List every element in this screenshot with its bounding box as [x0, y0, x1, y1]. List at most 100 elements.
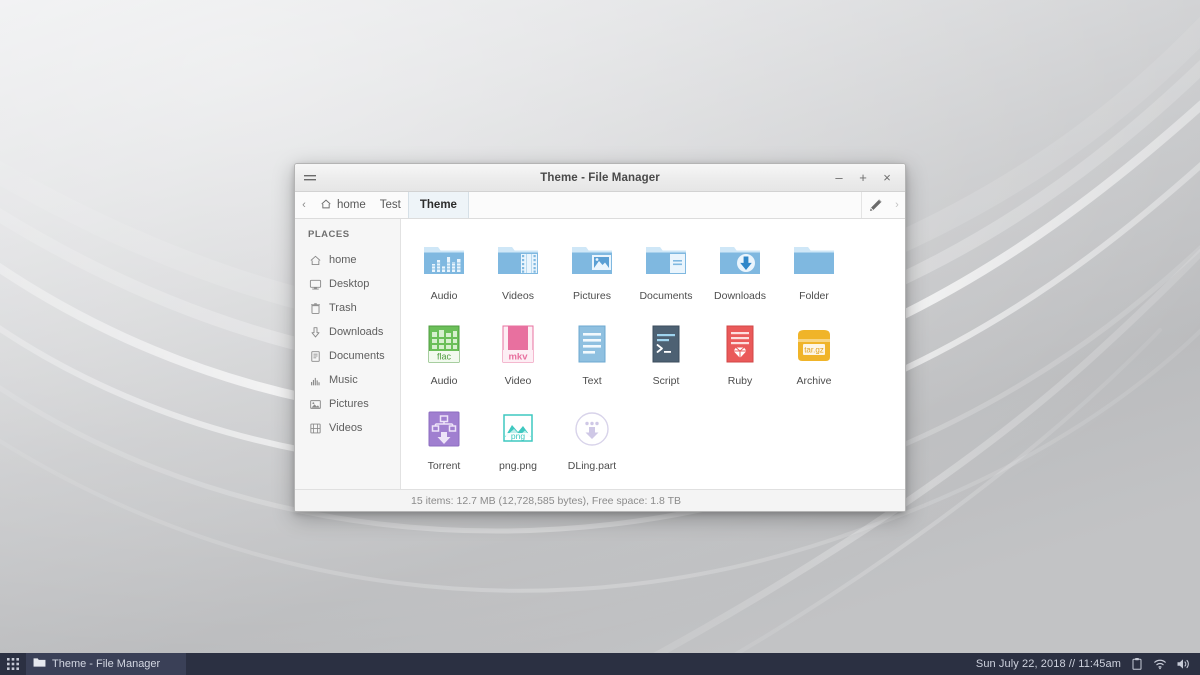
file-flac-icon: flac	[428, 325, 460, 363]
file-ruby-icon	[726, 325, 754, 363]
sidebar-item-label: Music	[329, 374, 358, 386]
file-torrent-icon	[428, 411, 460, 447]
system-tray[interactable]: Sun July 22, 2018 // 11:45am	[976, 657, 1200, 671]
file-item-documents-folder[interactable]: Documents	[629, 231, 703, 316]
breadcrumb-label: Test	[379, 199, 401, 211]
clock[interactable]: Sun July 22, 2018 // 11:45am	[976, 658, 1121, 670]
sidebar-item-documents[interactable]: Documents	[295, 344, 400, 368]
hamburger-icon[interactable]	[295, 164, 325, 192]
sidebar-item-label: Trash	[329, 302, 357, 314]
file-png-icon: png	[503, 414, 533, 442]
sidebar-item-label: Videos	[329, 422, 363, 434]
file-item-label: Video	[504, 375, 532, 387]
file-item-video-mkv[interactable]: mkv Video	[481, 316, 555, 401]
taskbar-window-label: Theme - File Manager	[52, 658, 161, 670]
file-item-text[interactable]: Text	[555, 316, 629, 401]
file-item-label: Ruby	[727, 375, 753, 387]
file-item-videos-folder[interactable]: Videos	[481, 231, 555, 316]
file-item-label: Audio	[430, 375, 458, 387]
file-item-archive[interactable]: tar.gz Archive	[777, 316, 851, 401]
download-arrow-icon	[309, 326, 322, 339]
file-item-audio-flac[interactable]: flac Audio	[407, 316, 481, 401]
sidebar-item-desktop[interactable]: Desktop	[295, 272, 400, 296]
breadcrumb-item-test[interactable]: Test	[373, 192, 408, 218]
folder-audio-icon	[424, 247, 464, 274]
breadcrumb[interactable]: ‹ home Test Theme ›	[295, 192, 905, 219]
app-grid-icon[interactable]	[0, 653, 26, 675]
file-manager-window[interactable]: Theme - File Manager – + × ‹ home Test T…	[294, 163, 906, 512]
sidebar[interactable]: PLACES home Desktop Trash Downloads Docu…	[295, 219, 401, 489]
file-item-label: Pictures	[573, 290, 611, 302]
video-icon	[309, 422, 322, 435]
file-item-label: png.png	[499, 460, 537, 472]
file-script-icon	[652, 325, 680, 363]
breadcrumb-label: Theme	[419, 199, 457, 211]
svg-text:tar.gz: tar.gz	[804, 346, 824, 355]
sidebar-item-label: Documents	[329, 350, 385, 362]
sidebar-item-label: Desktop	[329, 278, 370, 290]
file-item-torrent[interactable]: Torrent	[407, 401, 481, 486]
file-item-label: Videos	[502, 290, 534, 302]
monitor-icon	[309, 278, 322, 291]
file-item-ruby[interactable]: Ruby	[703, 316, 777, 401]
close-button[interactable]: ×	[875, 165, 899, 191]
maximize-button[interactable]: +	[851, 165, 875, 191]
breadcrumb-item-home[interactable]: home	[313, 192, 373, 218]
svg-text:png: png	[511, 431, 525, 441]
breadcrumb-list[interactable]: home Test Theme	[313, 192, 469, 218]
desktop: Theme - File Manager – + × ‹ home Test T…	[0, 0, 1200, 675]
file-item-label: Folder	[799, 290, 829, 302]
file-item-label: Text	[582, 375, 602, 387]
sidebar-item-videos[interactable]: Videos	[295, 416, 400, 440]
svg-text:mkv: mkv	[508, 352, 528, 363]
document-icon	[309, 350, 322, 363]
sidebar-item-pictures[interactable]: Pictures	[295, 392, 400, 416]
folder-plain-icon	[794, 247, 834, 274]
sidebar-heading: PLACES	[308, 229, 350, 240]
sidebar-item-downloads[interactable]: Downloads	[295, 320, 400, 344]
file-item-label: Archive	[796, 375, 832, 387]
home-icon	[320, 198, 332, 213]
window-titlebar[interactable]: Theme - File Manager – + ×	[295, 164, 905, 192]
folder-icon	[33, 657, 46, 671]
volume-icon[interactable]	[1176, 657, 1190, 671]
file-item-pictures-folder[interactable]: Pictures	[555, 231, 629, 316]
breadcrumb-item-theme[interactable]: Theme	[407, 192, 469, 218]
file-item-partial-download[interactable]: DLing.part	[555, 401, 629, 486]
file-item-label: DLing.part	[567, 460, 617, 472]
picture-icon	[309, 398, 322, 411]
breadcrumb-label: home	[337, 199, 366, 211]
minimize-button[interactable]: –	[827, 165, 851, 191]
forward-button[interactable]: ›	[889, 192, 905, 218]
taskbar[interactable]: Theme - File Manager Sun July 22, 2018 /…	[0, 653, 1200, 675]
music-icon	[309, 374, 322, 387]
status-bar: 15 items: 12.7 MB (12,728,585 bytes), Fr…	[295, 489, 905, 511]
file-icon-view[interactable]: Audio Videos Pictures Documents Download…	[401, 219, 905, 489]
sidebar-item-home[interactable]: home	[295, 248, 400, 272]
file-item-png[interactable]: png png.png	[481, 401, 555, 486]
window-title: Theme - File Manager	[540, 171, 660, 184]
file-item-label: Documents	[639, 290, 693, 302]
sidebar-item-label: home	[329, 254, 357, 266]
file-item-label: Audio	[430, 290, 458, 302]
taskbar-window-button[interactable]: Theme - File Manager	[26, 653, 186, 675]
svg-text:flac: flac	[437, 352, 452, 362]
window-controls[interactable]: – + ×	[827, 165, 905, 191]
file-item-audio-folder[interactable]: Audio	[407, 231, 481, 316]
file-manager-body: PLACES home Desktop Trash Downloads Docu…	[295, 219, 905, 489]
file-item-label: Torrent	[427, 460, 461, 472]
sidebar-item-trash[interactable]: Trash	[295, 296, 400, 320]
pencil-icon[interactable]	[861, 192, 889, 218]
sidebar-item-music[interactable]: Music	[295, 368, 400, 392]
file-item-folder[interactable]: Folder	[777, 231, 851, 316]
back-button[interactable]: ‹	[295, 192, 313, 218]
wifi-icon[interactable]	[1153, 657, 1167, 671]
file-mkv-icon: mkv	[502, 325, 534, 363]
file-item-downloads-folder[interactable]: Downloads	[703, 231, 777, 316]
file-item-script[interactable]: Script	[629, 316, 703, 401]
folder-videos-icon	[498, 247, 538, 274]
breadcrumb-spacer	[469, 192, 861, 218]
folder-downloads-icon	[720, 247, 760, 274]
file-archive-icon: tar.gz	[798, 330, 830, 361]
clipboard-icon[interactable]	[1130, 657, 1144, 671]
